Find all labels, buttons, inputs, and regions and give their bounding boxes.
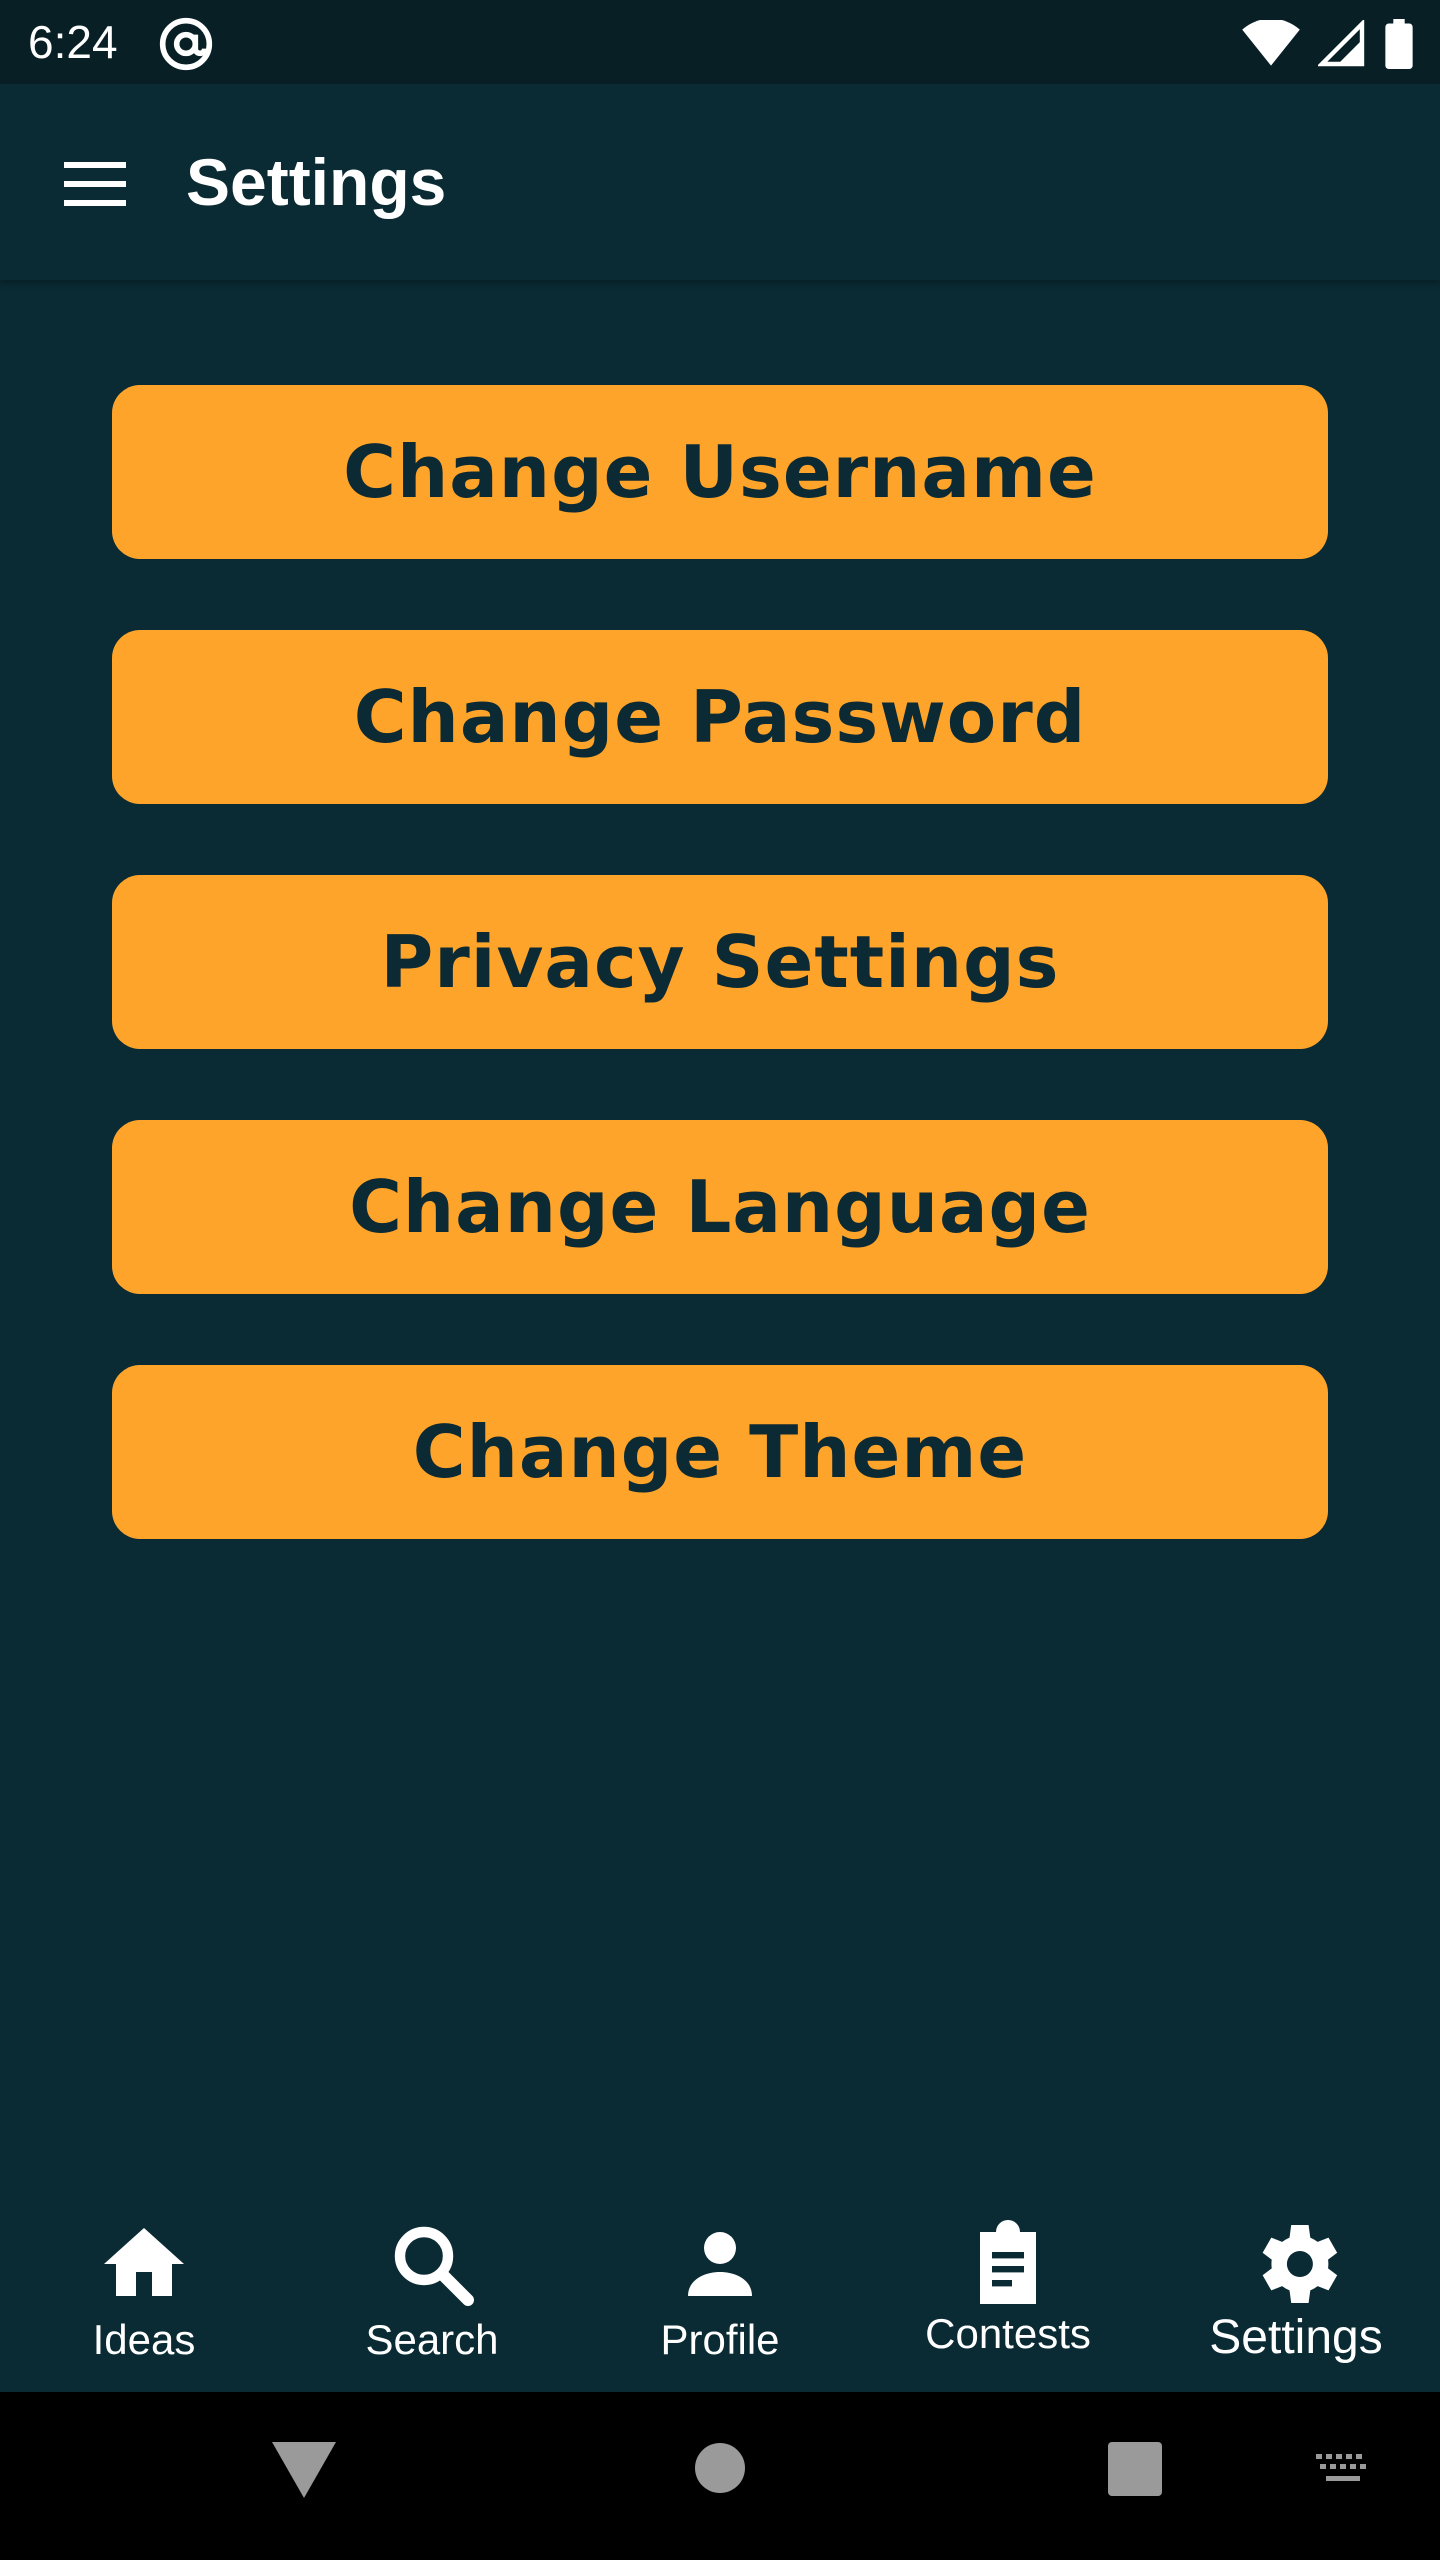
recents-icon[interactable] (1108, 2442, 1162, 2496)
nav-label-ideas: Ideas (92, 2316, 196, 2363)
search-icon (394, 2226, 474, 2306)
keyboard-icon[interactable] (1316, 2454, 1370, 2488)
nav-label-settings: Settings (1209, 2311, 1383, 2364)
home-circle-icon[interactable] (694, 2442, 746, 2494)
status-icons (1242, 16, 1414, 72)
hamburger-menu-icon[interactable] (54, 148, 138, 220)
nav-label-search: Search (365, 2316, 499, 2363)
home-icon (104, 2228, 184, 2296)
person-icon (688, 2232, 752, 2296)
settings-screen: 6:24 Settings Change Username Change Pas… (0, 0, 1440, 2560)
nav-item-profile[interactable]: Profile (576, 2180, 864, 2392)
change-language-button[interactable]: Change Language (112, 1120, 1328, 1294)
change-password-button[interactable]: Change Password (112, 630, 1328, 804)
clipboard-icon (980, 2220, 1036, 2304)
at-sign-icon (159, 17, 213, 71)
system-navigation-bar (0, 2392, 1440, 2560)
wifi-icon (1242, 20, 1300, 66)
status-bar: 6:24 (0, 0, 1440, 84)
privacy-settings-button[interactable]: Privacy Settings (112, 875, 1328, 1049)
nav-item-settings[interactable]: Settings (1152, 2180, 1440, 2392)
nav-item-search[interactable]: Search (288, 2180, 576, 2392)
nav-label-contests: Contests (925, 2310, 1091, 2357)
battery-icon (1385, 19, 1413, 69)
bottom-navigation: Ideas Search Profile Contests Settings (0, 2180, 1440, 2392)
nav-item-ideas[interactable]: Ideas (0, 2180, 288, 2392)
status-time: 6:24 (28, 16, 118, 68)
gear-icon (1262, 2225, 1338, 2303)
app-bar: Settings (0, 84, 1440, 280)
change-username-button[interactable]: Change Username (112, 385, 1328, 559)
signal-icon (1318, 20, 1365, 67)
nav-item-contests[interactable]: Contests (864, 2180, 1152, 2392)
page-title: Settings (186, 145, 447, 219)
nav-label-profile: Profile (660, 2316, 780, 2363)
back-icon[interactable] (272, 2442, 336, 2498)
change-theme-button[interactable]: Change Theme (112, 1365, 1328, 1539)
